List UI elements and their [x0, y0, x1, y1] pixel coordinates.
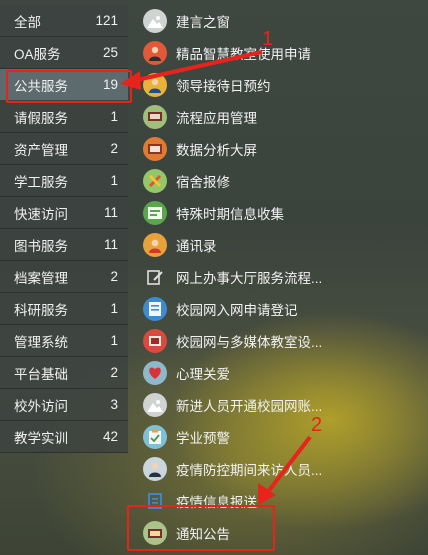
category-count: 3 [110, 397, 118, 412]
app-label: 通讯录 [176, 239, 217, 254]
category-count: 2 [110, 269, 118, 284]
annotation-number-1: 1 [262, 28, 274, 50]
report-icon [143, 489, 167, 513]
app-item[interactable]: 通知公告 [136, 517, 426, 549]
tools-icon [143, 169, 167, 193]
app-item[interactable]: 学业预警 [136, 421, 426, 453]
app-label: 数据分析大屏 [176, 143, 257, 158]
annotation-number-2: 2 [311, 414, 323, 436]
category-label: 图书服务 [14, 238, 68, 254]
document-icon [143, 297, 167, 321]
category-count: 11 [103, 237, 118, 252]
app-item[interactable]: 建言之窗 [136, 5, 426, 37]
category-label: 教学实训 [14, 430, 68, 446]
category-count: 11 [103, 205, 118, 220]
category-label: OA服务 [14, 46, 61, 62]
app-item[interactable]: 校园网入网申请登记 [136, 293, 426, 325]
category-public-services[interactable]: 公共服务 19 [0, 69, 128, 101]
category-archives[interactable]: 档案管理 2 [0, 261, 128, 293]
category-platform[interactable]: 平台基础 2 [0, 357, 128, 389]
category-label: 管理系统 [14, 334, 68, 350]
app-label: 疫情信息报送 [176, 495, 257, 510]
category-off-campus[interactable]: 校外访问 3 [0, 389, 128, 421]
app-label: 特殊时期信息收集 [176, 207, 284, 222]
category-quick-access[interactable]: 快速访问 11 [0, 197, 128, 229]
app-label: 心理关爱 [176, 367, 230, 382]
app-item[interactable]: 疫情防控期间来访人员... [136, 453, 426, 485]
clipboard-icon [143, 425, 167, 449]
app-item[interactable]: 领导接待日预约 [136, 69, 426, 101]
app-item[interactable]: 特殊时期信息收集 [136, 197, 426, 229]
category-library[interactable]: 图书服务 11 [0, 229, 128, 261]
app-label: 校园网与多媒体教室设... [176, 335, 323, 350]
category-label: 全部 [14, 14, 41, 30]
app-item[interactable]: 精品智慧教室使用申请 [136, 37, 426, 69]
app-item[interactable]: 疫情信息报送 [136, 485, 426, 517]
app-label: 宿舍报修 [176, 175, 230, 190]
app-label: 领导接待日预约 [176, 79, 271, 94]
category-management[interactable]: 管理系统 1 [0, 325, 128, 357]
category-research[interactable]: 科研服务 1 [0, 293, 128, 325]
app-item[interactable]: 心理关爱 [136, 357, 426, 389]
screen-icon [143, 137, 167, 161]
landscape-icon [143, 393, 167, 417]
category-count: 25 [102, 45, 118, 60]
app-label: 新进人员开通校园网账... [176, 399, 323, 414]
form-icon [143, 201, 167, 225]
app-label: 流程应用管理 [176, 111, 257, 126]
category-label: 校外访问 [14, 398, 68, 414]
app-label: 疫情防控期间来访人员... [176, 463, 323, 478]
category-label: 科研服务 [14, 302, 68, 318]
category-label: 平台基础 [14, 366, 68, 382]
teacher-icon [143, 41, 167, 65]
category-count: 2 [110, 365, 118, 380]
app-label: 精品智慧教室使用申请 [176, 47, 311, 62]
app-item[interactable]: 数据分析大屏 [136, 133, 426, 165]
category-count: 1 [110, 109, 118, 124]
category-assets[interactable]: 资产管理 2 [0, 133, 128, 165]
category-count: 1 [110, 301, 118, 316]
app-item[interactable]: 校园网与多媒体教室设... [136, 325, 426, 357]
category-oa[interactable]: OA服务 25 [0, 37, 128, 69]
app-item[interactable]: 宿舍报修 [136, 165, 426, 197]
category-count: 2 [110, 141, 118, 156]
category-sidebar: 全部 121 OA服务 25 公共服务 19 请假服务 1 资产管理 2 学工服务 1 快速… [0, 5, 128, 453]
category-label: 资产管理 [14, 142, 68, 158]
app-item[interactable]: 流程应用管理 [136, 101, 426, 133]
category-label: 快速访问 [14, 206, 68, 222]
category-teaching[interactable]: 教学实训 42 [0, 421, 128, 453]
pen-icon [143, 265, 167, 289]
notice-icon [143, 521, 167, 545]
category-label: 档案管理 [14, 270, 68, 286]
monitor-icon [143, 105, 167, 129]
category-label: 请假服务 [14, 110, 68, 126]
app-item[interactable]: 网上办事大厅服务流程... [136, 261, 426, 293]
category-count: 1 [110, 333, 118, 348]
person-icon [143, 73, 167, 97]
visitor-icon [143, 457, 167, 481]
category-count: 1 [110, 173, 118, 188]
category-student-affairs[interactable]: 学工服务 1 [0, 165, 128, 197]
app-label: 校园网入网申请登记 [176, 303, 298, 318]
category-all[interactable]: 全部 121 [0, 5, 128, 37]
app-label: 建言之窗 [176, 15, 230, 30]
landscape-icon [143, 9, 167, 33]
heart-icon [143, 361, 167, 385]
contact-icon [143, 233, 167, 257]
category-count: 19 [102, 77, 118, 92]
app-label: 通知公告 [176, 527, 230, 542]
category-label: 公共服务 [14, 78, 68, 94]
category-count: 121 [95, 13, 118, 28]
app-item[interactable]: 新进人员开通校园网账... [136, 389, 426, 421]
category-label: 学工服务 [14, 174, 68, 190]
equipment-icon [143, 329, 167, 353]
category-count: 42 [102, 429, 118, 444]
app-item[interactable]: 通讯录 [136, 229, 426, 261]
app-label: 网上办事大厅服务流程... [176, 271, 323, 286]
app-list: 建言之窗 精品智慧教室使用申请 领导接待日预约 流程应用管理 数据分析大屏 宿舍… [136, 5, 426, 549]
category-leave[interactable]: 请假服务 1 [0, 101, 128, 133]
app-label: 学业预警 [176, 431, 230, 446]
